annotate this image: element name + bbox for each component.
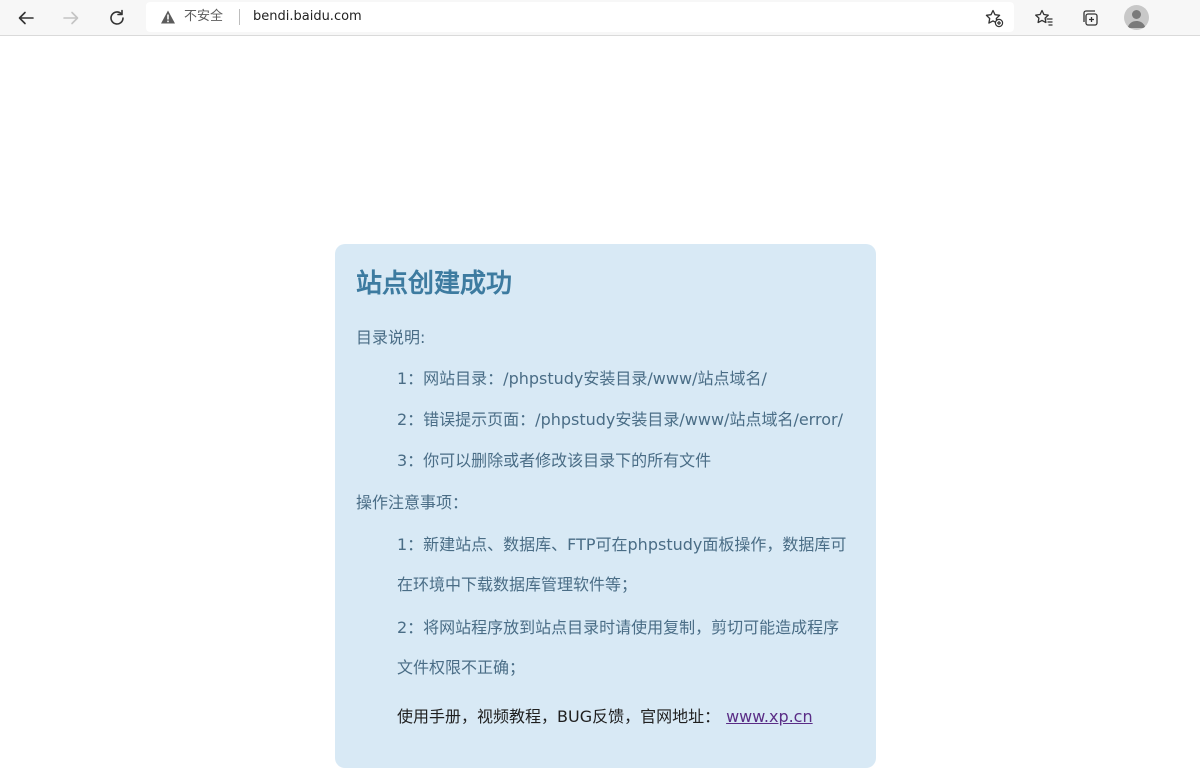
site-created-card: 站点创建成功 目录说明: 1：网站目录：/phpstudy安装目录/www/站点… bbox=[335, 244, 876, 768]
directory-item: 2：错误提示页面：/phpstudy安装目录/www/站点域名/error/ bbox=[397, 410, 843, 429]
favorites-button[interactable] bbox=[1030, 4, 1058, 32]
directory-item: 1：网站目录：/phpstudy安装目录/www/站点域名/ bbox=[397, 369, 767, 388]
profile-avatar-icon[interactable] bbox=[1124, 5, 1149, 30]
security-status-label[interactable]: 不安全 bbox=[184, 9, 223, 25]
favorites-icon bbox=[1035, 9, 1053, 26]
directory-item: 3：你可以删除或者修改该目录下的所有文件 bbox=[397, 451, 712, 470]
note-line: 在环境中下载数据库管理软件等； bbox=[397, 575, 638, 594]
collections-button[interactable] bbox=[1076, 4, 1104, 32]
note-line: 1：新建站点、数据库、FTP可在phpstudy面板操作，数据库可 bbox=[397, 535, 847, 554]
url-text[interactable]: bendi.baidu.com bbox=[253, 9, 362, 25]
address-separator bbox=[239, 9, 240, 25]
notes-heading: 操作注意事项： bbox=[356, 493, 469, 512]
collections-icon bbox=[1083, 10, 1098, 26]
page-title: 站点创建成功 bbox=[356, 269, 513, 299]
browser-toolbar: 不安全 bendi.baidu.com bbox=[0, 0, 1200, 36]
warning-triangle-icon[interactable] bbox=[160, 9, 176, 25]
note-line: 文件权限不正确； bbox=[397, 658, 526, 677]
resources-text: 使用手册，视频教程，BUG反馈，官网地址： bbox=[397, 707, 721, 726]
arrow-right-icon bbox=[63, 11, 79, 25]
official-site-link[interactable]: www.xp.cn bbox=[726, 707, 813, 726]
resources-line: 使用手册，视频教程，BUG反馈，官网地址： www.xp.cn bbox=[397, 707, 813, 727]
note-line: 2：将网站程序放到站点目录时请使用复制，剪切可能造成程序 bbox=[397, 618, 840, 637]
star-add-icon[interactable] bbox=[984, 8, 1004, 28]
directory-heading: 目录说明: bbox=[356, 328, 426, 347]
address-bar[interactable]: 不安全 bendi.baidu.com bbox=[146, 2, 1014, 32]
refresh-icon bbox=[110, 9, 124, 25]
refresh-button[interactable] bbox=[103, 4, 131, 32]
back-button[interactable] bbox=[12, 4, 40, 32]
forward-button[interactable] bbox=[57, 4, 85, 32]
arrow-left-icon bbox=[18, 11, 34, 25]
